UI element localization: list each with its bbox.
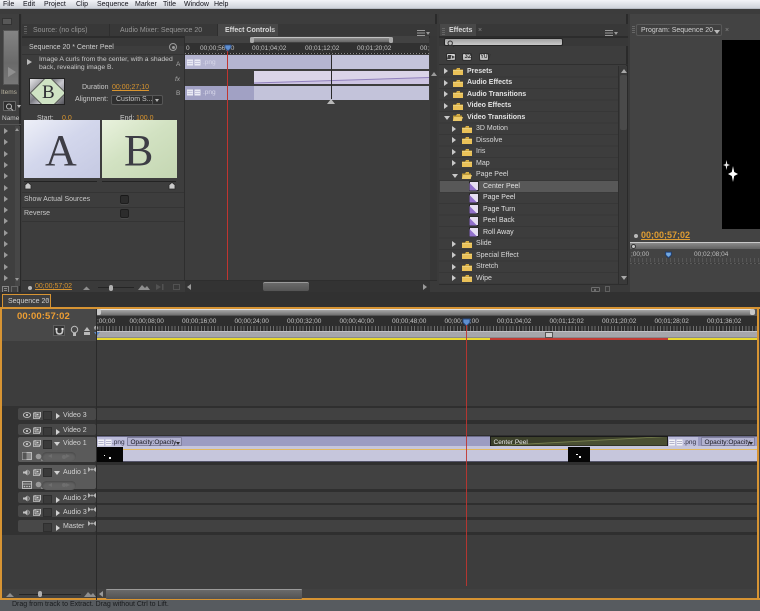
svg-text:Center Peel: Center Peel [494,439,529,446]
